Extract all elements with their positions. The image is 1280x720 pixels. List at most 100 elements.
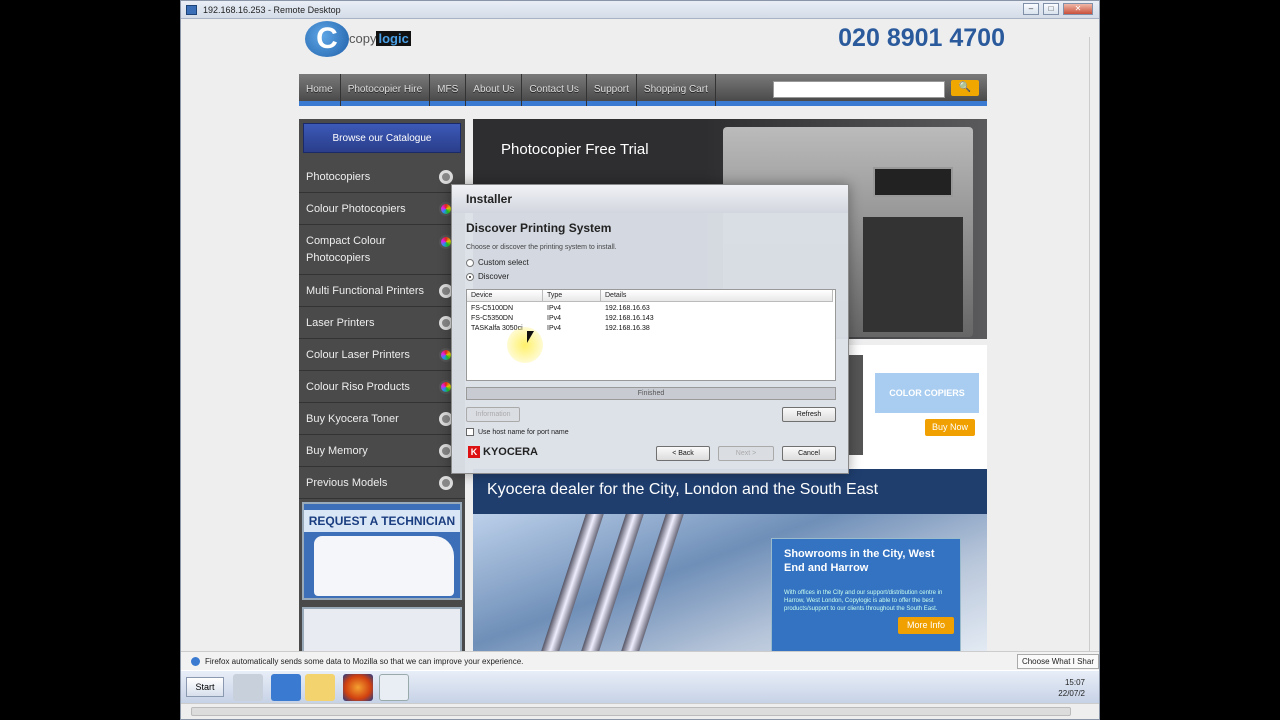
close-button[interactable]: ✕ [1063,3,1093,15]
main-nav: Home Photocopier Hire MFS About Us Conta… [299,74,987,106]
request-technician-banner[interactable]: REQUEST A TECHNICIAN [302,502,462,600]
installer-dialog: Installer Discover Printing System Choos… [451,184,849,474]
radio-button[interactable] [466,258,474,267]
van-image [314,536,454,596]
details-cell: 192.168.16.143 [605,315,654,322]
horizontal-scrollbar[interactable] [181,703,1099,719]
sidebar-item-previous-models[interactable]: Previous Models [299,467,465,499]
sidebar-item-buy-kyocera-toner[interactable]: Buy Kyocera Toner [299,403,465,435]
refresh-button[interactable]: Refresh [782,407,836,422]
choose-what-i-share-button[interactable]: Choose What I Shar [1016,654,1099,669]
nav-photocopier-hire[interactable]: Photocopier Hire [341,74,431,106]
sidebar-item-photocopiers[interactable]: Photocopiers [299,161,465,193]
sidebar-item-colour-laser-printers[interactable]: Colour Laser Printers [299,339,465,371]
more-info-button[interactable]: More Info [898,617,954,634]
hostname-checkbox[interactable]: Use host name for port name [466,428,569,436]
sidebar-item-label: Colour Laser Printers [306,348,410,361]
bullet-icon [439,169,453,184]
dialog-heading: Discover Printing System [466,221,612,235]
search-button[interactable]: 🔍 [951,80,979,96]
nav-support[interactable]: Support [587,74,637,106]
firefox-icon[interactable] [343,674,373,701]
showrooms-panel: Showrooms in the City, West End and Harr… [771,538,961,651]
showrooms-text: With offices in the City and our support… [784,590,943,612]
folder-icon[interactable] [305,674,335,701]
vertical-scrollbar[interactable] [1089,37,1099,651]
details-cell: 192.168.16.38 [605,325,650,332]
remote-desktop-window: 192.168.16.253 - Remote Desktop – □ ✕ C … [180,0,1100,720]
back-button[interactable]: < Back [656,446,710,461]
sidebar-item-label: Buy Memory [306,444,368,457]
progress-bar: Finished [466,387,836,400]
next-button[interactable]: Next > [718,446,774,461]
notification-text: Firefox automatically sends some data to… [205,657,524,666]
catalogue-sidebar: Browse our Catalogue Photocopiers Colour… [299,119,465,651]
sidebar-item-colour-riso-products[interactable]: Colour Riso Products [299,371,465,403]
nav-about-us[interactable]: About Us [466,74,523,106]
request-technician-title: REQUEST A TECHNICIAN [304,510,460,532]
showrooms-title: Showrooms in the City, West End and Harr… [784,548,935,574]
device-cell: FS-C5350DN [471,315,514,322]
installer-taskbar-icon[interactable] [379,674,409,701]
kyocera-logo: K KYOCERA [468,446,538,458]
cursor-highlight [507,327,543,363]
buy-now-button[interactable]: Buy Now [925,419,975,436]
search-input[interactable] [773,81,945,98]
info-icon [191,657,200,666]
column-header-type[interactable]: Type [543,290,601,302]
phone-number: 020 8901 4700 [838,24,1005,52]
radio-button-selected[interactable] [466,272,474,281]
table-row[interactable]: FS-C5100DN [471,304,513,314]
information-button[interactable]: Information [466,407,520,422]
sidebar-item-label: Colour Photocopiers [306,202,406,215]
checkbox-label: Use host name for port name [478,428,569,436]
checkbox[interactable] [466,428,474,436]
table-row[interactable]: FS-C5350DN [471,314,513,324]
sidebar-item-colour-photocopiers[interactable]: Colour Photocopiers [299,193,465,225]
radio-custom-select[interactable]: Custom select [466,258,529,267]
copylogic-logo[interactable]: C [305,21,349,57]
column-header-details[interactable]: Details [601,290,833,302]
type-cell: IPv4 [547,315,562,322]
radio-label: Discover [478,272,510,281]
taskbar: Start 15:07 22/07/2 [181,671,1099,703]
sidebar-item-label: Buy Kyocera Toner [306,412,399,425]
sidebar-item-label: Photocopiers [306,170,371,183]
type-cell: IPv4 [547,305,562,312]
radio-label: Custom select [478,258,529,267]
device-cell: FS-C5100DN [471,305,514,312]
sidebar-item-laser-printers[interactable]: Laser Printers [299,307,465,339]
firefox-notification-bar: Firefox automatically sends some data to… [181,651,1099,670]
logo-text: copy logic [349,31,411,46]
copier-image [849,355,863,455]
sidebar-item-multi-functional-printers[interactable]: Multi Functional Printers [299,275,465,307]
remote-desktop-icon [186,5,197,15]
window-title: 192.168.16.253 - Remote Desktop [203,5,341,15]
maximize-button[interactable]: □ [1043,3,1059,15]
computer-icon[interactable] [233,674,263,701]
type-cell: IPv4 [547,325,562,332]
color-copiers-label[interactable]: COLOR COPIERS [875,373,979,413]
scrollbar-thumb[interactable] [191,707,1071,716]
search-icon: 🔍 [958,82,972,93]
sidebar-item-compact-colour-photocopiers[interactable]: Compact Colour Photocopiers [299,225,465,275]
start-button[interactable]: Start [186,677,224,697]
powershell-icon[interactable] [271,674,301,701]
kyocera-k-icon: K [468,446,480,458]
dialog-title: Installer [452,185,848,213]
mouse-cursor-icon [527,331,534,343]
pc-pro-award-badge [302,607,462,651]
nav-mfs[interactable]: MFS [430,74,467,106]
dealer-heading: Kyocera dealer for the City, London and … [487,481,879,498]
column-header-device[interactable]: Device [467,290,543,302]
sidebar-item-label: Multi Functional Printers [306,284,424,297]
nav-shopping-cart[interactable]: Shopping Cart [637,74,716,106]
clock-date: 22/07/2 [1058,689,1085,698]
radio-discover[interactable]: Discover [466,272,509,281]
sidebar-item-buy-memory[interactable]: Buy Memory [299,435,465,467]
nav-home[interactable]: Home [299,74,341,106]
cancel-button[interactable]: Cancel [782,446,836,461]
browse-catalogue-button[interactable]: Browse our Catalogue [303,123,461,153]
nav-contact-us[interactable]: Contact Us [522,74,587,106]
minimize-button[interactable]: – [1023,3,1039,15]
